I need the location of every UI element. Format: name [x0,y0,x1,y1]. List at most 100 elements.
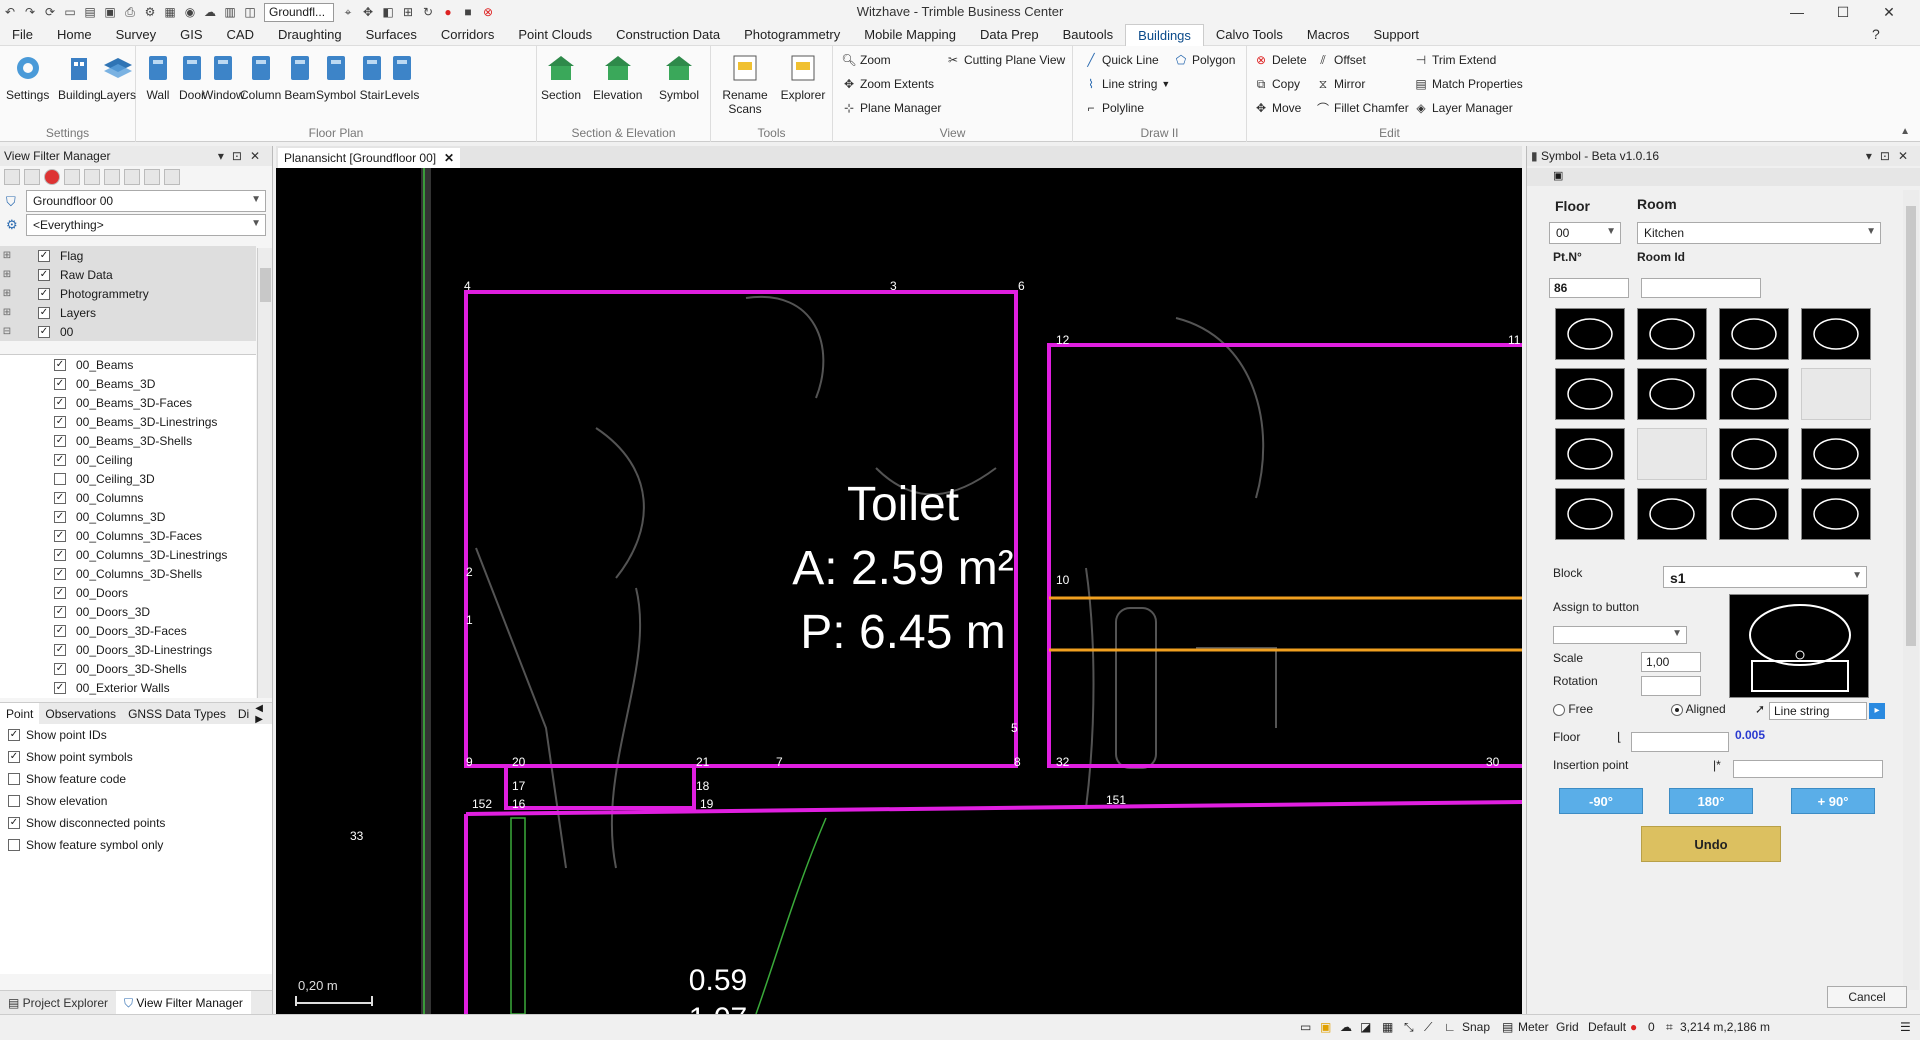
top-layer-scrollbar[interactable] [257,100,272,250]
tab-scroll-icon[interactable]: ◀ ▶ [255,703,272,725]
layer-row[interactable]: ✓ 00_Beams_3D-Shells [0,431,256,450]
floor-elevation-input[interactable] [1631,732,1729,752]
rename-scans-button[interactable]: Rename Scans [719,50,771,116]
layer-group-row[interactable]: ⊟ ✓ 00 [0,322,256,341]
option-checkbox[interactable] [8,795,20,807]
print-icon[interactable]: ⎙ [122,4,138,20]
snap-toggle[interactable]: Snap [1462,1020,1490,1034]
scale-input[interactable]: 1,00 [1641,652,1701,672]
layer-group-checkbox[interactable]: ✓ [38,325,50,338]
symbol-washbasin[interactable] [1637,308,1707,360]
layer-group-row[interactable]: ⊞ ✓ Photogrammetry [0,284,256,303]
plane-manager-button[interactable]: ⊹ Plane Manager [841,98,941,118]
menu-tab-draughting[interactable]: Draughting [266,24,354,46]
ortho-icon[interactable]: ⟋ [1424,1020,1432,1035]
section-symbol-button[interactable]: Symbol [659,50,699,102]
layer-row[interactable]: ✓ 00_Doors_3D [0,602,256,621]
view-filter-manager-tab[interactable]: ⛉ View Filter Manager [116,990,251,1015]
line-string-field[interactable]: Line string [1769,702,1867,720]
symbol-bathtub[interactable] [1555,308,1625,360]
layer-row[interactable]: ✓ 00_Doors_3D-Linestrings [0,640,256,659]
match-properties-button[interactable]: ▤ Match Properties [1413,74,1522,94]
menu-tab-corridors[interactable]: Corridors [429,24,506,46]
symbol-person[interactable] [1719,428,1789,480]
expand-icon[interactable]: ⊞ [0,250,14,261]
refresh2-icon[interactable]: ↻ [420,4,436,20]
maximize-button[interactable]: ☐ [1820,0,1866,24]
cancel-button[interactable]: Cancel [1827,986,1907,1008]
copy-button[interactable]: ⧉ Copy [1253,74,1300,94]
fillet-chamfer-button[interactable]: ⌒ Fillet Chamfer [1315,98,1409,118]
polyline-button[interactable]: ⌐ Polyline [1083,98,1144,118]
angle-icon[interactable]: ∟ [1444,1020,1456,1034]
layer-checkbox[interactable] [54,472,66,485]
plan-view-tab[interactable]: Planansicht [Groundfloor 00] ✕ [278,148,461,168]
layer-icon[interactable] [84,169,100,185]
floor-select[interactable]: 00 ▼ [1549,222,1621,244]
funnel-icon[interactable] [24,169,40,185]
cloud-status-icon[interactable]: ☁ [1340,1020,1352,1034]
wall-button[interactable]: Wall [140,50,176,102]
layer-checkbox[interactable]: ✓ [54,491,66,504]
layer-group-checkbox[interactable]: ✓ [38,287,50,300]
section-button[interactable]: Section [541,50,581,102]
layer-checkbox[interactable]: ✓ [54,662,66,675]
symbol-car-top[interactable] [1801,308,1871,360]
layer-group-checkbox[interactable]: ✓ [38,249,50,262]
expand-icon[interactable]: ⊞ [0,269,14,280]
zoom-extents-button[interactable]: ✥ Zoom Extents [841,74,934,94]
menu-tab-macros[interactable]: Macros [1295,24,1362,46]
free-radio-circle[interactable] [1553,703,1565,716]
menu-tab-bautools[interactable]: Bautools [1051,24,1126,46]
layers-icon[interactable]: ◧ [380,4,396,20]
menu-tab-file[interactable]: File [0,24,45,46]
floor-filter-select[interactable]: Groundfloor 00 ▼ [26,190,266,212]
block-select[interactable]: s1 ▼ [1663,566,1867,588]
grid-view-icon[interactable]: ▦ [1382,1020,1393,1034]
layer-checkbox[interactable]: ✓ [54,548,66,561]
menu-tab-surfaces[interactable]: Surfaces [354,24,429,46]
record-icon[interactable]: ● [440,4,456,20]
layer-checkbox[interactable]: ✓ [54,358,66,371]
layer-checkbox[interactable]: ✓ [54,529,66,542]
layer-row[interactable]: ✓ 00_Columns_3D [0,507,256,526]
free-radio[interactable]: Free [1553,702,1593,716]
symbol-bush[interactable] [1801,488,1871,540]
status-menu-icon[interactable]: ☰ [1900,1020,1911,1034]
symbol-button[interactable]: Symbol [316,50,356,102]
symbol-bidet[interactable] [1719,368,1789,420]
rotation-input[interactable] [1641,676,1701,696]
move-button[interactable]: ✥ Move [1253,98,1301,118]
cloud-icon[interactable]: ☁ [202,4,218,20]
layer-settings-icon[interactable] [144,169,160,185]
layer-checkbox[interactable]: ✓ [54,377,66,390]
grid-toggle[interactable]: Grid [1556,1020,1579,1034]
layer-row[interactable]: ✓ 00_Exterior Walls [0,678,256,697]
building-button[interactable]: Building [58,50,101,102]
line-string-button[interactable]: ⌇ Line string ▼ [1083,74,1170,94]
point-number-input[interactable]: 86 [1549,278,1629,298]
layer-row[interactable]: ✓ 00_Doors [0,583,256,602]
layer-checkbox[interactable]: ✓ [54,624,66,637]
symbol-tree-cluster[interactable] [1555,488,1625,540]
symbol-shower[interactable] [1719,308,1789,360]
layer-checkbox[interactable]: ✓ [54,453,66,466]
symbol-slot-empty[interactable] [1801,368,1871,420]
filter-tool-icon[interactable] [4,169,20,185]
default-indicator[interactable]: Default [1588,1020,1626,1034]
assign-to-button-select[interactable]: ▼ [1553,626,1687,644]
cancel-icon[interactable]: ⊗ [480,4,496,20]
settings-button[interactable]: Settings [6,50,49,102]
units-indicator[interactable]: Meter [1518,1020,1549,1034]
rotate-180-button[interactable]: 180° [1669,788,1753,814]
insertion-point-input[interactable] [1733,760,1883,778]
menu-tab-data-prep[interactable]: Data Prep [968,24,1051,46]
option-checkbox[interactable]: ✓ [8,729,20,741]
quick-line-button[interactable]: ╱ Quick Line [1083,50,1158,70]
rotate-plus-90-button[interactable]: + 90° [1791,788,1875,814]
option-checkbox[interactable]: ✓ [8,751,20,763]
menu-tab-gis[interactable]: GIS [168,24,214,46]
save-icon[interactable]: ▣ [102,4,118,20]
close-window-button[interactable]: ✕ [1866,0,1912,24]
menu-tab-mobile-mapping[interactable]: Mobile Mapping [852,24,968,46]
